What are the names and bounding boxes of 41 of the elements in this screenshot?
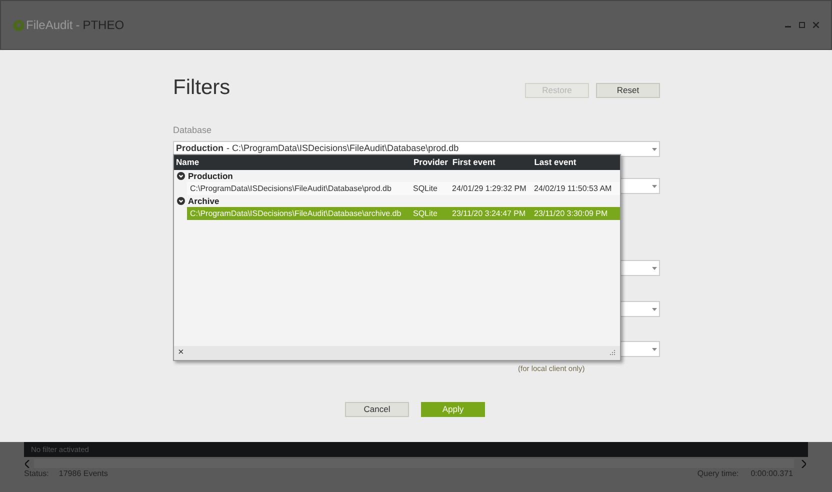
close-button[interactable]: × <box>178 348 184 358</box>
database-path: - C:\ProgramData\ISDecisions\FileAudit\Database\prod.db <box>226 142 459 156</box>
column-header[interactable]: Name <box>174 156 414 169</box>
table-cell-text: C:\ProgramData\ISDecisions\FileAudit\Database\archive.db <box>189 208 402 220</box>
scroll-right-icon[interactable] <box>801 460 806 468</box>
window-title: PTHEO <box>82 17 124 34</box>
table-cell-text: SQLite <box>413 208 438 220</box>
title-separator: - <box>76 17 80 34</box>
caret-icon <box>652 184 657 188</box>
group-name: Production <box>188 170 233 182</box>
query-time-value: 0:00:00.371 <box>750 468 793 480</box>
table-cell-text: 23/11/20 3:30:09 PM <box>534 208 609 220</box>
dialog-title: Filters <box>173 75 230 101</box>
close-icon[interactable] <box>813 22 819 28</box>
app-name: FileAudit <box>26 17 73 34</box>
collapse-icon[interactable] <box>177 172 185 180</box>
status-value: 17986 Events <box>58 468 108 480</box>
collapse-icon[interactable] <box>177 197 185 205</box>
group-name: Archive <box>188 194 220 208</box>
caret-icon <box>652 308 657 310</box>
table-cell-text: 24/01/29 1:29:32 PM <box>452 182 528 194</box>
table-cell-text: C:\ProgramData\ISDecisions\FileAudit\Database\prod.db <box>189 182 392 194</box>
caret-icon <box>652 348 657 350</box>
table-cell-text: 23/11/20 3:24:47 PM <box>452 208 527 220</box>
query-time-label: Query time: <box>697 468 739 480</box>
logo-icon <box>13 20 24 30</box>
caret-icon <box>652 266 657 270</box>
cancel-button[interactable]: Cancel <box>345 402 409 417</box>
field-label: Database <box>173 124 213 136</box>
maximize-icon[interactable] <box>799 22 805 28</box>
table-cell-text: SQLite <box>413 182 438 194</box>
column-header[interactable]: Provider <box>413 156 452 169</box>
caret-icon <box>652 148 657 150</box>
reset-button[interactable]: Reset <box>596 83 660 98</box>
scroll-left-icon[interactable] <box>25 460 30 468</box>
status-label: Status: <box>24 468 49 480</box>
column-header[interactable]: First event <box>452 156 534 169</box>
table-cell-text: 24/02/19 11:50:53 AM <box>534 182 613 194</box>
column-header[interactable]: Last event <box>534 156 620 169</box>
database-row[interactable]: C:\ProgramData\ISDecisions\FileAudit\Database\prod.db SQLite 24/01/29 1:29:32 PM 24/02/19 11:50:53 AM <box>187 182 620 195</box>
database-name: Production <box>176 142 224 156</box>
